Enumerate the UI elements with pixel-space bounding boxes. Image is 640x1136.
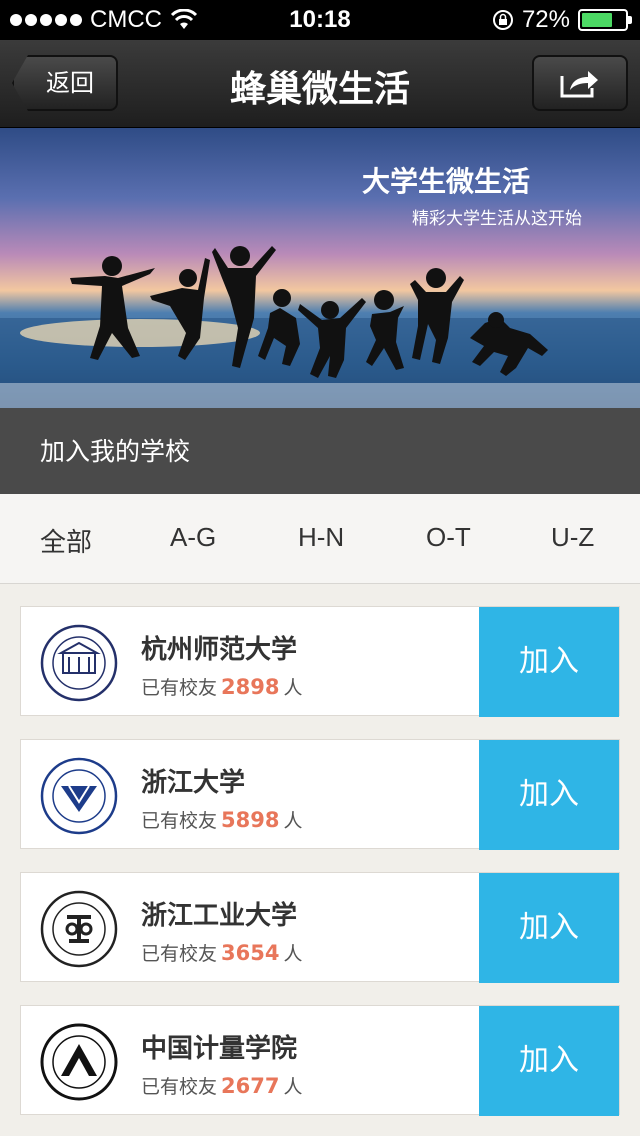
alumni-suffix: 人 xyxy=(283,810,303,832)
school-name: 浙江大学 xyxy=(141,768,246,798)
school-card: 中国计量学院 已有校友 2677 人 加入 xyxy=(20,1005,620,1116)
battery-icon xyxy=(578,9,632,31)
school-card: 浙江大学 已有校友 5898 人 加入 xyxy=(20,739,620,850)
alumni-prefix: 已有校友 xyxy=(141,810,218,832)
battery-fill xyxy=(582,13,613,27)
join-button[interactable]: 加入 xyxy=(479,1006,619,1116)
join-button[interactable]: 加入 xyxy=(479,740,619,850)
alumni-count: 5898 xyxy=(221,808,280,832)
alumni-count: 3654 xyxy=(221,941,280,965)
nav-bar: 返回 蜂巢微生活 xyxy=(0,40,640,128)
join-section-header: 加入我的学校 xyxy=(0,408,640,494)
alumni-info: 已有校友 2677 人 xyxy=(141,1072,302,1099)
banner-scene xyxy=(0,246,640,408)
alumni-prefix: 已有校友 xyxy=(141,677,218,699)
school-logo-icon xyxy=(40,624,118,702)
tab-h-n[interactable]: H-N xyxy=(298,522,344,553)
tab-a-g[interactable]: A-G xyxy=(170,522,216,553)
alumni-suffix: 人 xyxy=(283,1076,303,1098)
school-name: 浙江工业大学 xyxy=(141,901,298,931)
join-button[interactable]: 加入 xyxy=(479,873,619,983)
tab-o-t[interactable]: O-T xyxy=(426,522,471,553)
banner-subline: 精彩大学生活从这开始 xyxy=(412,209,582,229)
alumni-suffix: 人 xyxy=(283,943,303,965)
school-logo-icon xyxy=(40,757,118,835)
school-name: 杭州师范大学 xyxy=(141,635,298,665)
status-bar: CMCC 10:18 72% xyxy=(0,0,640,40)
banner-headline: 大学生微生活 xyxy=(362,165,531,198)
school-name: 中国计量学院 xyxy=(141,1034,298,1064)
share-button[interactable] xyxy=(532,55,628,111)
school-logo-icon xyxy=(40,1023,118,1101)
school-card: 杭州师范大学 已有校友 2898 人 加入 xyxy=(20,606,620,717)
school-card: 浙江工业大学 已有校友 3654 人 加入 xyxy=(20,872,620,983)
alumni-suffix: 人 xyxy=(283,677,303,699)
join-button[interactable]: 加入 xyxy=(479,607,619,717)
battery-percent: 72% xyxy=(521,6,570,33)
banner-image[interactable]: 大学生微生活 精彩大学生活从这开始 xyxy=(0,128,640,408)
filter-tabs: 全部 A-G H-N O-T U-Z xyxy=(0,494,640,584)
school-logo-icon xyxy=(40,890,118,968)
alumni-prefix: 已有校友 xyxy=(141,1076,218,1098)
alumni-prefix: 已有校友 xyxy=(141,943,218,965)
alumni-count: 2677 xyxy=(221,1074,280,1098)
tab-u-z[interactable]: U-Z xyxy=(551,522,594,553)
share-icon xyxy=(560,71,598,98)
status-right: 72% xyxy=(492,6,632,34)
rotation-lock-icon xyxy=(492,10,513,30)
alumni-count: 2898 xyxy=(221,675,280,699)
alumni-info: 已有校友 5898 人 xyxy=(141,806,302,833)
alumni-info: 已有校友 2898 人 xyxy=(141,673,302,700)
tab-all[interactable]: 全部 xyxy=(40,522,92,559)
alumni-info: 已有校友 3654 人 xyxy=(141,939,302,966)
